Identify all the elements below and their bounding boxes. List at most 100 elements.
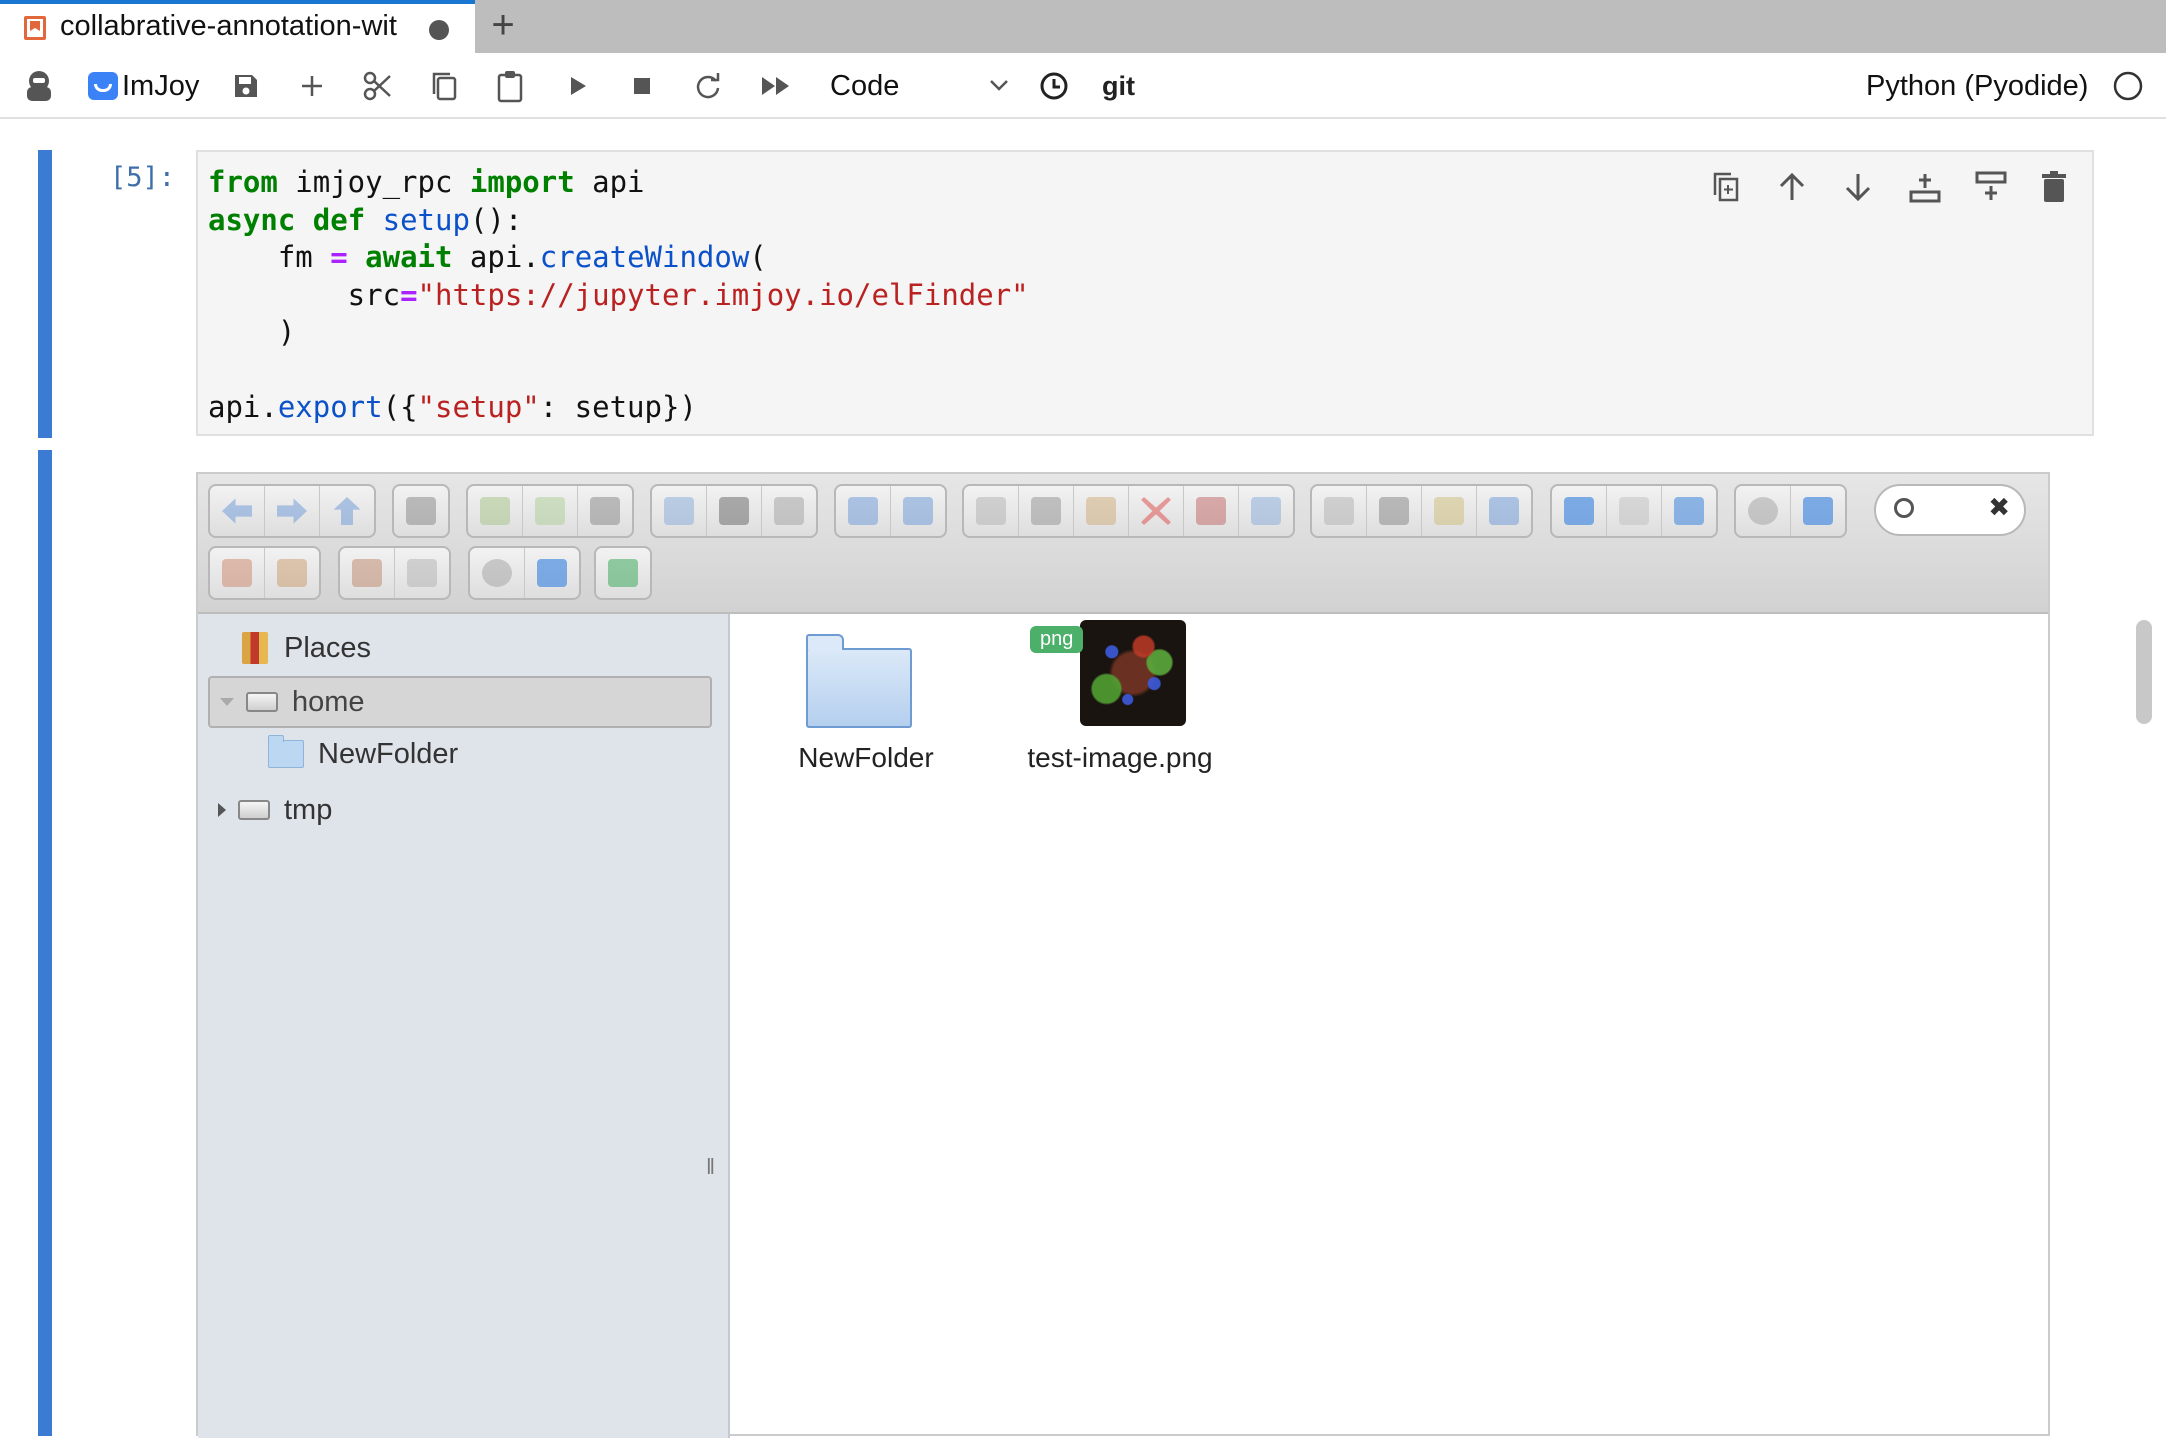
info-icon[interactable]: [1791, 486, 1845, 536]
newfolder-label: NewFolder: [318, 737, 459, 770]
new-tab-button[interactable]: +: [478, 0, 528, 53]
tmp-label: tmp: [284, 793, 333, 826]
info-button-group: [1734, 484, 1847, 538]
execution-prompt: [5]:: [110, 162, 176, 193]
edit-file-icon[interactable]: [1422, 486, 1477, 536]
duplicate-cell-icon[interactable]: [1710, 170, 1742, 209]
kernel-name[interactable]: Python (Pyodide): [1866, 55, 2088, 117]
places-icon: [242, 632, 268, 664]
preview-icon[interactable]: [1736, 486, 1791, 536]
settings-icon[interactable]: [470, 548, 525, 598]
cut-file-icon[interactable]: [1019, 486, 1074, 536]
select-icon[interactable]: [762, 486, 816, 536]
copy-icon[interactable]: [426, 55, 462, 117]
tree-item-tmp[interactable]: tmp: [218, 784, 332, 836]
places-button-group: [208, 546, 321, 600]
resize-handle-icon[interactable]: ‖: [706, 1154, 715, 1180]
cell-type-value: Code: [830, 69, 900, 102]
download-icon[interactable]: [707, 486, 762, 536]
upload-icon[interactable]: [578, 486, 632, 536]
code-content[interactable]: from imjoy_rpc import api async def setu…: [208, 164, 1029, 427]
fast-forward-icon[interactable]: [756, 55, 796, 117]
help-icon[interactable]: [525, 548, 579, 598]
git-button[interactable]: git: [1102, 55, 1135, 117]
new-file-icon[interactable]: [523, 486, 578, 536]
copy-file-icon[interactable]: [964, 486, 1019, 536]
chevron-down-icon: [990, 80, 1008, 91]
image-thumbnail: [1080, 620, 1186, 726]
back-icon[interactable]: [210, 486, 265, 536]
home-label: home: [292, 685, 365, 718]
netmount-icon[interactable]: [394, 486, 448, 536]
list-view-icon[interactable]: [1662, 486, 1716, 536]
output-cell-bar[interactable]: [38, 450, 52, 1436]
save-icon[interactable]: [228, 55, 264, 117]
history-icon[interactable]: [1036, 55, 1072, 117]
collaborator-icon[interactable]: [24, 55, 54, 117]
drive-icon: [238, 800, 270, 820]
empty-icon[interactable]: [1239, 486, 1293, 536]
fullscreen-icon[interactable]: [596, 548, 650, 598]
insert-below-icon[interactable]: [1974, 170, 2008, 209]
stop-icon[interactable]: [624, 55, 660, 117]
run-icon[interactable]: [560, 55, 596, 117]
collapse-icon[interactable]: [220, 698, 234, 706]
git-label: git: [1102, 70, 1135, 101]
new-folder-icon[interactable]: [468, 486, 523, 536]
add-cell-icon[interactable]: [294, 55, 330, 117]
folder-icon: [268, 735, 304, 768]
places-item[interactable]: Places: [242, 622, 371, 674]
file-item-test-image[interactable]: png test-image.png: [1000, 614, 1240, 814]
file-type-badge: png: [1030, 626, 1084, 653]
rename-icon[interactable]: [1367, 486, 1422, 536]
delete-file-icon[interactable]: [1129, 486, 1184, 536]
places-add-icon[interactable]: [210, 548, 265, 598]
sort-button-group: [338, 546, 451, 600]
resize-image-icon[interactable]: [1477, 486, 1531, 536]
move-down-icon[interactable]: [1842, 170, 1874, 209]
open-button-group: [650, 484, 818, 538]
expand-icon[interactable]: [218, 803, 226, 817]
notebook-tab[interactable]: collabrative-annotation-wit: [0, 0, 475, 55]
cell-selection-bar[interactable]: [38, 150, 52, 438]
scrollbar-thumb[interactable]: [2136, 620, 2152, 724]
file-button-group: [466, 484, 634, 538]
elfinder-toolbar: ✖: [198, 474, 2048, 614]
paste-icon[interactable]: [492, 55, 528, 117]
restart-icon[interactable]: [690, 55, 726, 117]
code-editor[interactable]: from imjoy_rpc import api async def setu…: [196, 150, 2094, 436]
clear-search-icon[interactable]: ✖: [1988, 492, 2010, 523]
kernel-label: Python (Pyodide): [1866, 69, 2089, 102]
places-remove-icon[interactable]: [265, 548, 319, 598]
sort-icon[interactable]: [340, 548, 395, 598]
imjoy-label: ImJoy: [122, 69, 200, 102]
nav-button-group: [208, 484, 376, 538]
cut-icon[interactable]: [360, 55, 396, 117]
cell-type-select[interactable]: Code: [830, 55, 1010, 117]
unsaved-dot-icon[interactable]: [429, 20, 449, 40]
archive-icon[interactable]: [395, 548, 449, 598]
elfinder-window: ✖ Places home NewFolder tmp ‖ NewFolder …: [196, 472, 2050, 1438]
move-up-icon[interactable]: [1776, 170, 1808, 209]
search-field[interactable]: ✖: [1874, 484, 2026, 536]
view-button-group: [1550, 484, 1718, 538]
delete-cell-icon[interactable]: [2040, 170, 2068, 209]
tab-title: collabrative-annotation-wit: [60, 10, 397, 42]
file-item-newfolder[interactable]: NewFolder: [776, 614, 956, 814]
forward-icon[interactable]: [265, 486, 320, 536]
folder-icon: [806, 634, 912, 728]
fullscreen-button-group: [594, 546, 652, 600]
paste-file-icon[interactable]: [1074, 486, 1129, 536]
redo-icon[interactable]: [891, 486, 945, 536]
insert-above-icon[interactable]: [1908, 170, 1942, 209]
small-icons-view-icon[interactable]: [1607, 486, 1662, 536]
up-icon[interactable]: [320, 486, 374, 536]
tree-item-newfolder[interactable]: NewFolder: [268, 728, 458, 780]
imjoy-button[interactable]: ImJoy: [88, 55, 199, 117]
tree-item-home[interactable]: home: [208, 676, 712, 728]
open-icon[interactable]: [652, 486, 707, 536]
trash-icon[interactable]: [1184, 486, 1239, 536]
undo-icon[interactable]: [836, 486, 891, 536]
icons-view-icon[interactable]: [1552, 486, 1607, 536]
duplicate-file-icon[interactable]: [1312, 486, 1367, 536]
